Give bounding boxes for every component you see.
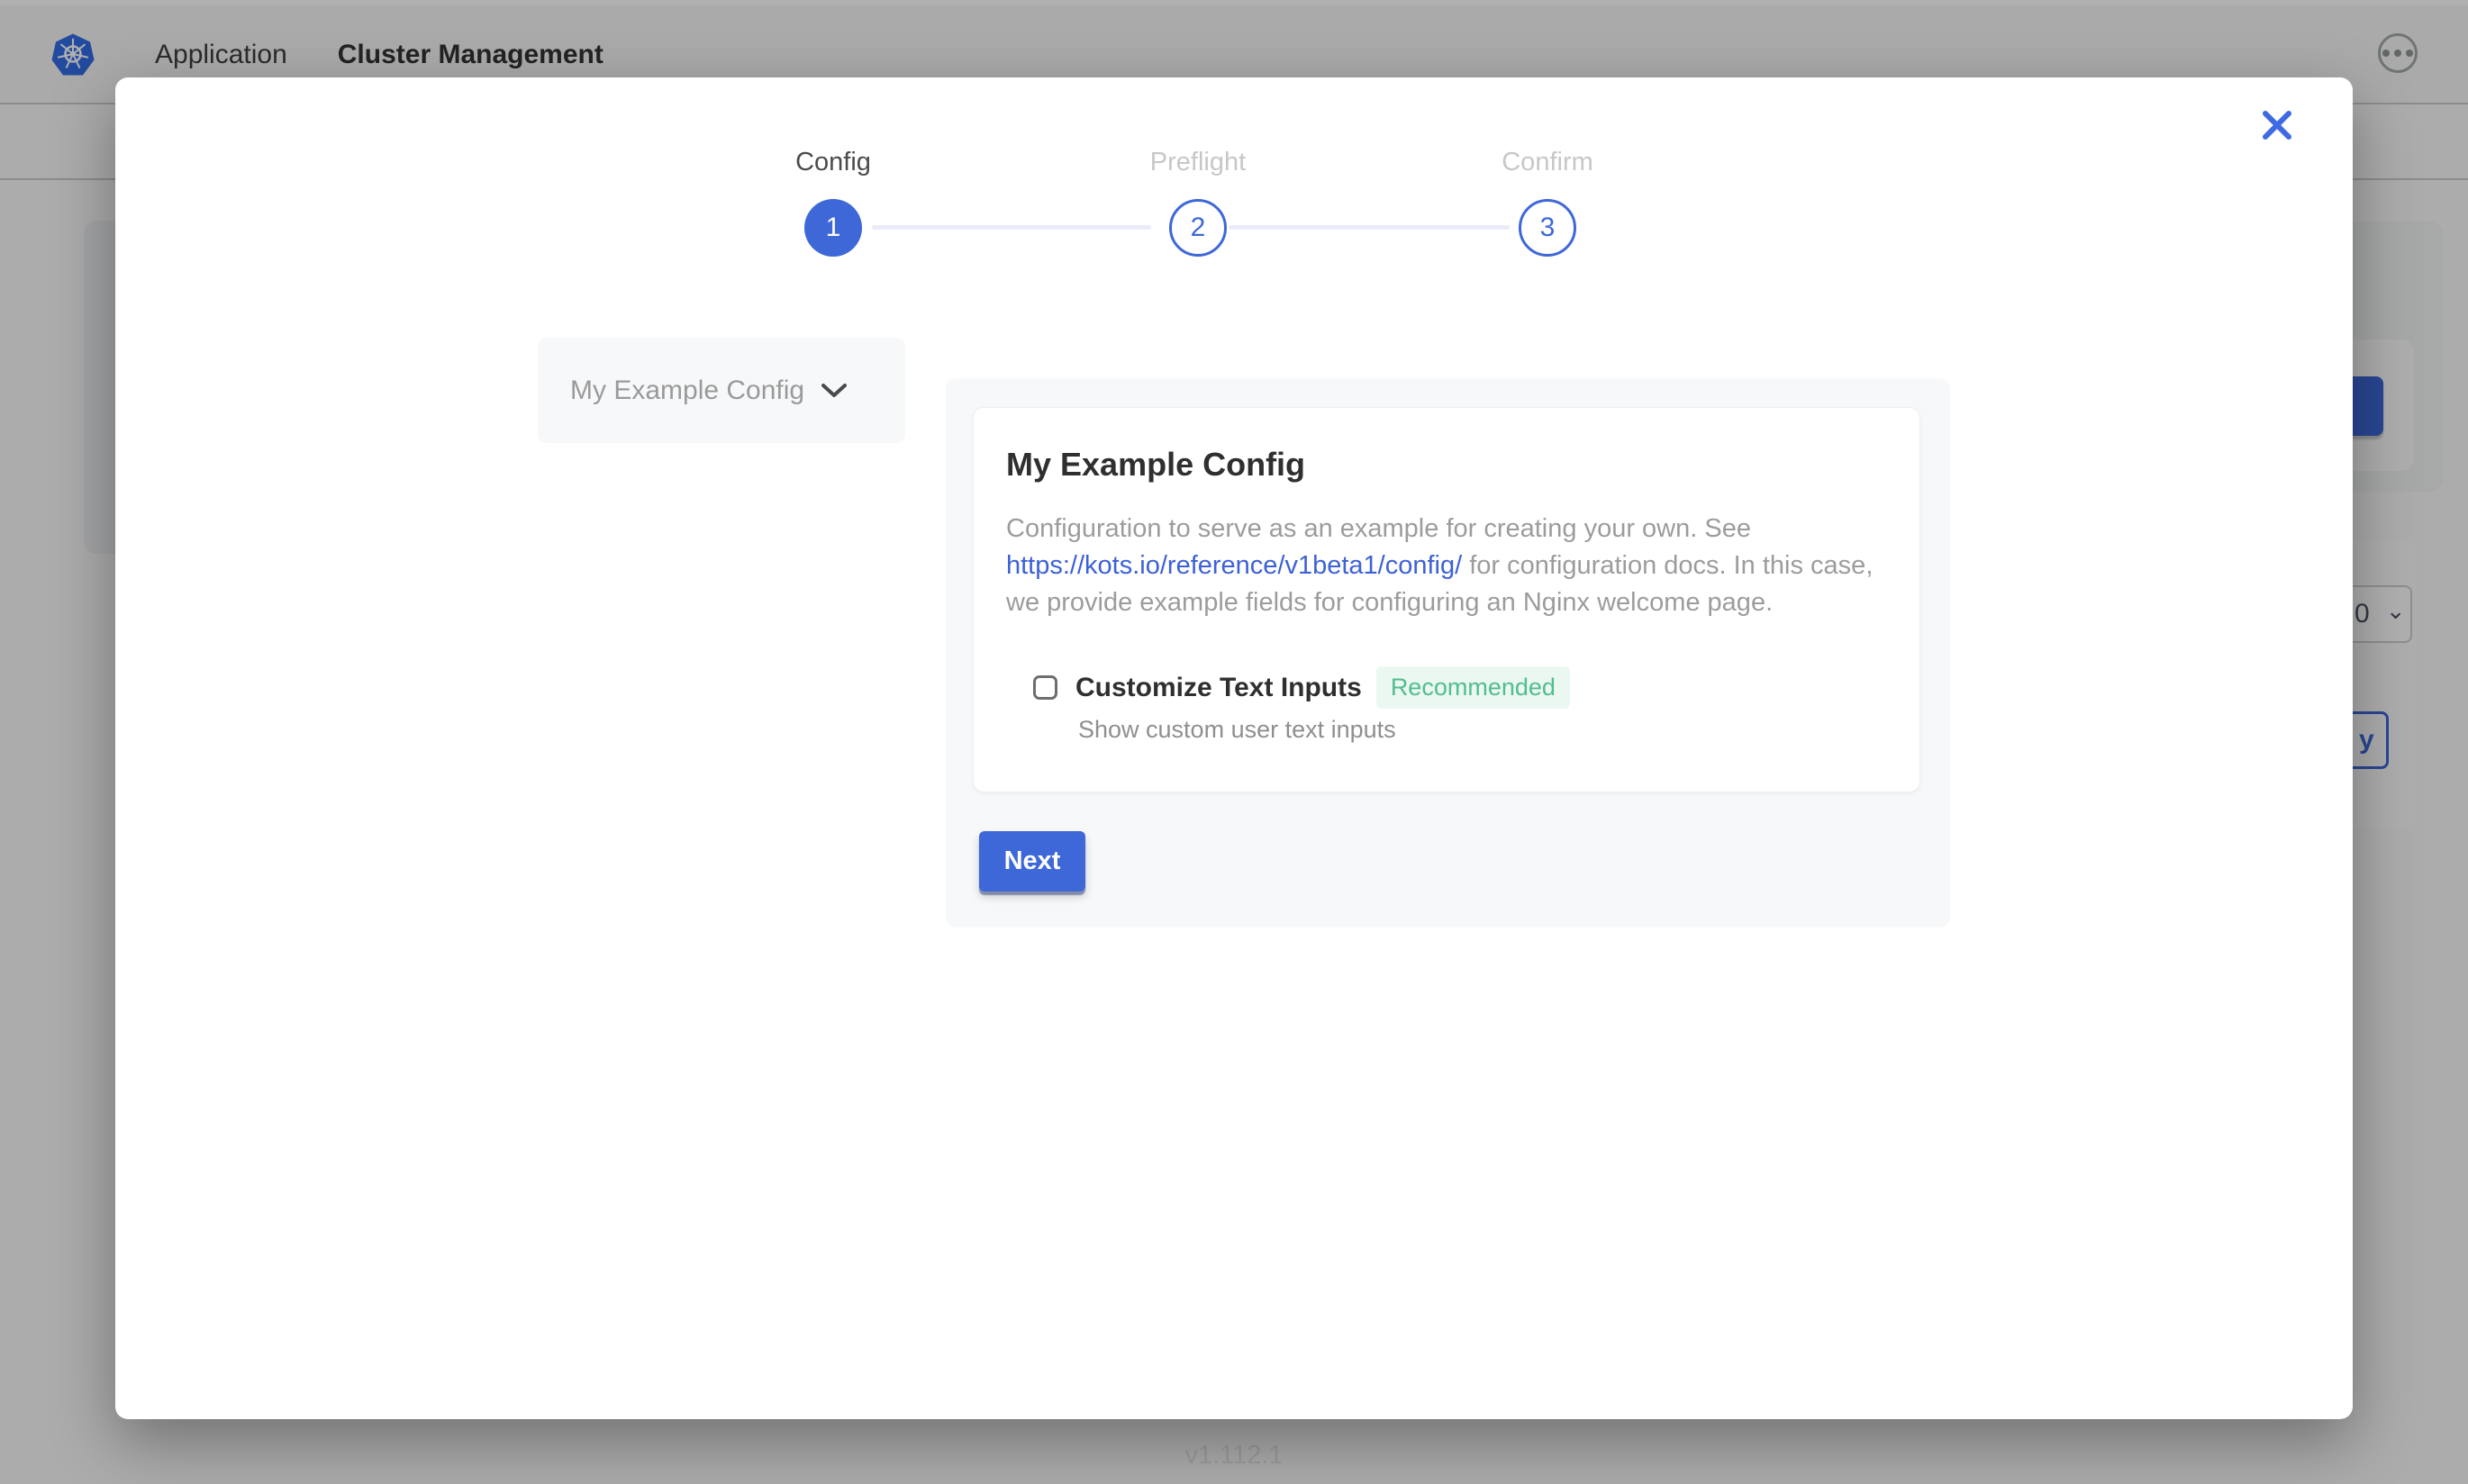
close-icon[interactable]: [2255, 104, 2299, 148]
step-circle-2[interactable]: 2: [1169, 199, 1227, 257]
step-label-config: Config: [795, 148, 871, 177]
checkbox-label: Customize Text Inputs: [1075, 673, 1362, 703]
customize-text-inputs-checkbox[interactable]: [1033, 675, 1057, 700]
step-number-1: 1: [826, 213, 841, 243]
description-line-1: Configuration to serve as an example for…: [1006, 511, 1887, 547]
checkbox-row: Customize Text Inputs Recommended: [1033, 666, 1887, 709]
step-circle-3[interactable]: 3: [1519, 199, 1576, 257]
step-label-preflight: Preflight: [1150, 148, 1246, 177]
screen: Application Cluster Management 0 ⌄ y v1.…: [0, 0, 2468, 1484]
next-button[interactable]: Next: [979, 831, 1085, 891]
config-group-card: My Example Config Configuration to serve…: [973, 407, 1920, 792]
checkbox-help-text: Show custom user text inputs: [1078, 716, 1887, 744]
config-group-dropdown-label: My Example Config: [570, 376, 804, 406]
recommended-badge: Recommended: [1376, 666, 1570, 709]
config-group-description: Configuration to serve as an example for…: [1006, 511, 1887, 621]
step-number-2: 2: [1191, 213, 1206, 243]
step-label-confirm: Confirm: [1502, 148, 1593, 177]
config-wizard-modal: Config Preflight Confirm 1 2 3 My Exampl…: [115, 77, 2353, 1419]
step-connector-2: [1229, 225, 1510, 230]
config-group-dropdown[interactable]: My Example Config: [538, 338, 905, 443]
config-docs-link[interactable]: https://kots.io/reference/v1beta1/config…: [1006, 551, 1462, 580]
description-line-3: we provide example fields for configurin…: [1006, 584, 1887, 621]
step-circle-1[interactable]: 1: [804, 199, 862, 257]
config-group-title: My Example Config: [1006, 446, 1887, 484]
chevron-down-icon: [821, 383, 848, 399]
config-panel: My Example Config Configuration to serve…: [946, 378, 1950, 928]
step-connector-1: [872, 225, 1151, 230]
step-number-3: 3: [1540, 213, 1556, 243]
description-line-2-rest: for configuration docs. In this case,: [1462, 551, 1873, 580]
